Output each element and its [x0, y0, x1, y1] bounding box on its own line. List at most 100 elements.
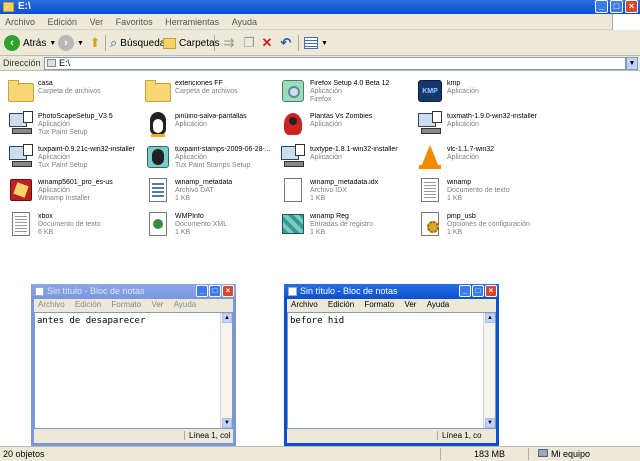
copy-to-icon[interactable]: ❐	[242, 36, 256, 50]
explorer-title-bar[interactable]: E:\ _ □ ×	[0, 0, 640, 14]
back-button[interactable]: ‹ Atrás ▼	[4, 34, 56, 52]
file-item[interactable]: vlc-1.1.7-win32 Aplicación	[411, 142, 543, 174]
location-label: Mi equipo	[538, 449, 590, 459]
file-type: Aplicación	[175, 121, 207, 128]
menu-formato[interactable]: Formato	[107, 299, 145, 309]
menu-edicion[interactable]: Edición	[324, 299, 358, 309]
notepad-menu-bar: Archivo Edición Formato Ver Ayuda	[34, 299, 233, 311]
icon-part	[427, 221, 439, 233]
vertical-scrollbar[interactable]: ▲ ▼	[483, 313, 495, 428]
file-item[interactable]: winamp5601_pro_es-us Aplicación Winamp Ins…	[2, 175, 134, 207]
folders-button[interactable]: Carpetas	[163, 34, 220, 52]
close-button[interactable]: ×	[485, 285, 497, 297]
minimize-button[interactable]: _	[459, 285, 471, 297]
menu-formato[interactable]: Formato	[360, 299, 398, 309]
file-item[interactable]: casa Carpeta de archivos	[2, 76, 134, 108]
views-button[interactable]: ▼	[304, 34, 328, 52]
icon-part	[149, 178, 167, 202]
notepad-window-left[interactable]: Sin título - Bloc de notas _ □ × Archivo…	[31, 284, 236, 446]
status-divider	[528, 448, 529, 460]
maximize-button[interactable]: □	[472, 285, 484, 297]
file-item[interactable]: tuxpaint-stamps-2009-06-28-... Aplicación…	[139, 142, 271, 174]
notepad-text-area[interactable]: antes de desaparecer ▲ ▼	[34, 312, 233, 429]
views-icon	[304, 37, 318, 49]
file-type: Aplicación	[38, 187, 70, 194]
back-arrow-icon: ‹	[4, 35, 20, 51]
file-type: Aplicación	[310, 88, 342, 95]
menu-ayuda[interactable]: Ayuda	[227, 14, 262, 27]
file-text: casa Carpeta de archivos	[38, 80, 138, 96]
file-text: tuxpaint-stamps-2009-06-28-... Aplicación…	[175, 146, 275, 170]
dat-file-icon	[145, 177, 171, 203]
forward-button[interactable]: › ▼	[58, 34, 84, 52]
file-info: Winamp Installer	[38, 195, 91, 202]
menu-ver[interactable]: Ver	[147, 299, 167, 309]
maximize-button[interactable]: □	[209, 285, 221, 297]
menu-archivo[interactable]: Archivo	[34, 299, 69, 309]
icon-part	[284, 161, 304, 167]
file-item[interactable]: winamp Reg Entradas de registro 1 KB	[274, 209, 406, 241]
window-controls: _ □ ×	[196, 285, 234, 297]
location-text: Mi equipo	[551, 449, 591, 459]
folders-icon	[163, 37, 176, 49]
menu-archivo[interactable]: Archivo	[287, 299, 322, 309]
notepad-text-area[interactable]: before hid ▲ ▼	[287, 312, 496, 429]
file-item[interactable]: winamp_metadata.idx Archivo IDX 1 KB	[274, 175, 406, 207]
scroll-down-icon[interactable]: ▼	[222, 418, 232, 428]
close-button[interactable]: ×	[625, 0, 638, 13]
file-item[interactable]: xbox Documento de texto 6 KB	[2, 209, 134, 241]
icon-part	[295, 144, 305, 156]
file-item[interactable]: pinüino-salva-pantallas Aplicación	[139, 109, 271, 141]
close-button[interactable]: ×	[222, 285, 234, 297]
file-name: pmp_usb	[447, 213, 476, 220]
file-item[interactable]: winamp Documento de texto 1 KB	[411, 175, 543, 207]
file-item[interactable]: pmp_usb Opciones de configuración 1 KB	[411, 209, 543, 241]
config-file-icon	[417, 211, 443, 237]
notepad-title-bar[interactable]: Sin título - Bloc de notas _ □ ×	[31, 284, 236, 299]
vertical-scrollbar[interactable]: ▲ ▼	[220, 313, 232, 428]
menu-ver[interactable]: Ver	[400, 299, 420, 309]
move-to-icon[interactable]: ⇉	[222, 36, 236, 50]
menu-favoritos[interactable]: Favoritos	[111, 14, 158, 27]
drive-icon	[47, 59, 56, 67]
search-button[interactable]: ⌕ Búsqueda	[110, 34, 165, 52]
file-type: Carpeta de archivos	[175, 88, 238, 95]
menu-ver[interactable]: Ver	[85, 14, 109, 27]
menu-edicion[interactable]: Edición	[71, 299, 105, 309]
menu-herramientas[interactable]: Herramientas	[160, 14, 224, 27]
address-value: E:\	[59, 58, 71, 68]
file-item[interactable]: tuxpaint-0.9.21c-win32-installer Aplicaci…	[2, 142, 135, 174]
menu-ayuda[interactable]: Ayuda	[423, 299, 454, 309]
menu-edicion[interactable]: Edición	[43, 14, 83, 27]
file-info: Tux Paint Setup	[38, 162, 88, 169]
undo-icon[interactable]: ↶	[279, 36, 293, 50]
file-item[interactable]: winamp_metadata Archivo DAT 1 KB	[139, 175, 271, 207]
scroll-up-icon[interactable]: ▲	[222, 313, 232, 323]
up-folder-icon[interactable]: ⬆	[88, 36, 102, 50]
delete-icon[interactable]: ✕	[260, 36, 274, 50]
file-item[interactable]: tuxmath-1.9.0-win32-installer Aplicación	[411, 109, 543, 141]
toolbar-separator	[214, 35, 215, 51]
file-item[interactable]: Firefox Setup 4.0 Beta 12 Aplicación Firef…	[274, 76, 406, 108]
file-item[interactable]: KMP kmp Aplicación	[411, 76, 543, 108]
maximize-button[interactable]: □	[610, 0, 623, 13]
game-icon	[280, 111, 306, 137]
file-info: 1 KB	[447, 229, 463, 236]
registry-file-icon	[280, 211, 306, 237]
address-input[interactable]: E:\	[44, 57, 626, 70]
file-item[interactable]: PhotoScapeSetup_V3.5 Aplicación Tux Paint …	[2, 109, 134, 141]
scroll-down-icon[interactable]: ▼	[485, 418, 495, 428]
minimize-button[interactable]: _	[196, 285, 208, 297]
menu-ayuda[interactable]: Ayuda	[170, 299, 201, 309]
menu-archivo[interactable]: Archivo	[0, 14, 40, 27]
address-dropdown-button[interactable]: ▼	[626, 57, 638, 70]
scroll-up-icon[interactable]: ▲	[485, 313, 495, 323]
notepad-title-bar[interactable]: Sin título - Bloc de notas _ □ ×	[284, 284, 499, 299]
file-item[interactable]: extenciones FF Carpeta de archivos	[139, 76, 271, 108]
icon-part	[145, 83, 171, 102]
minimize-button[interactable]: _	[595, 0, 608, 13]
file-item[interactable]: Plantas Vs Zombies Aplicación	[274, 109, 406, 141]
notepad-window-right[interactable]: Sin título - Bloc de notas _ □ × Archivo…	[284, 284, 499, 446]
file-item[interactable]: tuxtype-1.8.1-win32-installer Aplicación	[274, 142, 406, 174]
file-item[interactable]: WMPInfo Documento XML 1 KB	[139, 209, 271, 241]
